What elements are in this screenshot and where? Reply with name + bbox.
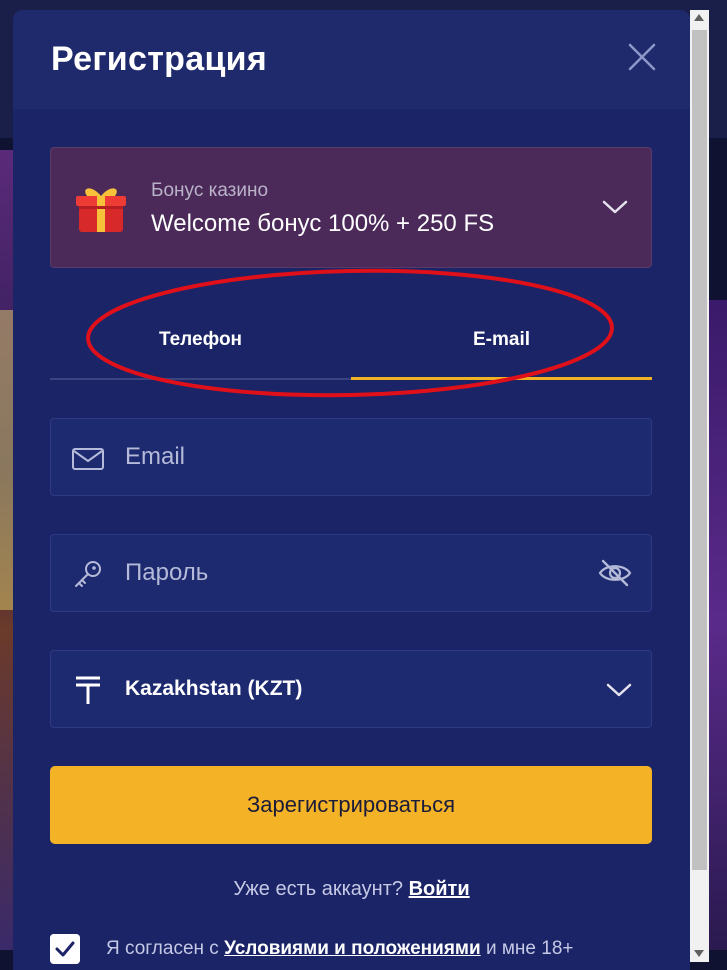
currency-value: Kazakhstan (KZT) <box>125 677 303 700</box>
tab-label: Телефон <box>158 329 243 350</box>
scrollbar[interactable] <box>690 10 709 962</box>
background-figure <box>0 310 14 610</box>
terms-link[interactable]: Условиями и положениями <box>224 938 481 959</box>
terms-text: Я согласен с Условиями и положениями и м… <box>106 938 573 960</box>
bonus-value: Welcome бонус 100% + 250 FS <box>151 210 495 237</box>
password-field <box>50 534 652 612</box>
login-link[interactable]: Войти <box>409 878 470 900</box>
email-input[interactable] <box>125 419 565 495</box>
close-icon <box>628 43 656 71</box>
gift-icon <box>76 188 126 232</box>
registration-modal: Регистрация Бонус казино Welcome бонус 1… <box>13 10 690 970</box>
tab-email[interactable]: E-mail <box>351 302 652 380</box>
tenge-icon <box>76 676 100 704</box>
background-left-strip <box>0 150 14 950</box>
email-field <box>50 418 652 496</box>
modal-title: Регистрация <box>51 40 267 78</box>
scroll-up-arrow-icon[interactable] <box>694 14 704 21</box>
modal-header: Регистрация <box>13 10 690 109</box>
registration-tabs: Телефон E-mail <box>50 302 652 382</box>
check-icon <box>50 934 80 964</box>
tab-phone[interactable]: Телефон <box>50 302 351 380</box>
key-icon <box>75 561 101 587</box>
terms-prefix: Я согласен с <box>106 938 219 959</box>
tab-label: E-mail <box>472 328 531 350</box>
eye-off-icon[interactable] <box>597 557 633 589</box>
login-prompt: Уже есть аккаунт? Войти <box>13 878 690 901</box>
register-button[interactable]: Зарегистрироваться <box>50 766 652 844</box>
currency-selector[interactable]: Kazakhstan (KZT) <box>50 650 652 728</box>
terms-checkbox[interactable] <box>50 934 80 964</box>
mail-icon <box>72 448 104 470</box>
scrollbar-thumb[interactable] <box>692 30 707 870</box>
password-input[interactable] <box>125 535 565 611</box>
chevron-down-icon <box>606 683 632 697</box>
terms-suffix: и мне 18+ <box>485 938 574 959</box>
terms-agreement: Я согласен с Условиями и положениями и м… <box>50 934 660 970</box>
chevron-down-icon <box>602 200 628 214</box>
login-prompt-text: Уже есть аккаунт? <box>233 878 404 900</box>
scroll-down-arrow-icon[interactable] <box>694 950 704 957</box>
bonus-label: Бонус казино <box>151 180 269 201</box>
bonus-selector[interactable]: Бонус казино Welcome бонус 100% + 250 FS <box>50 147 652 268</box>
close-button[interactable] <box>625 40 659 74</box>
